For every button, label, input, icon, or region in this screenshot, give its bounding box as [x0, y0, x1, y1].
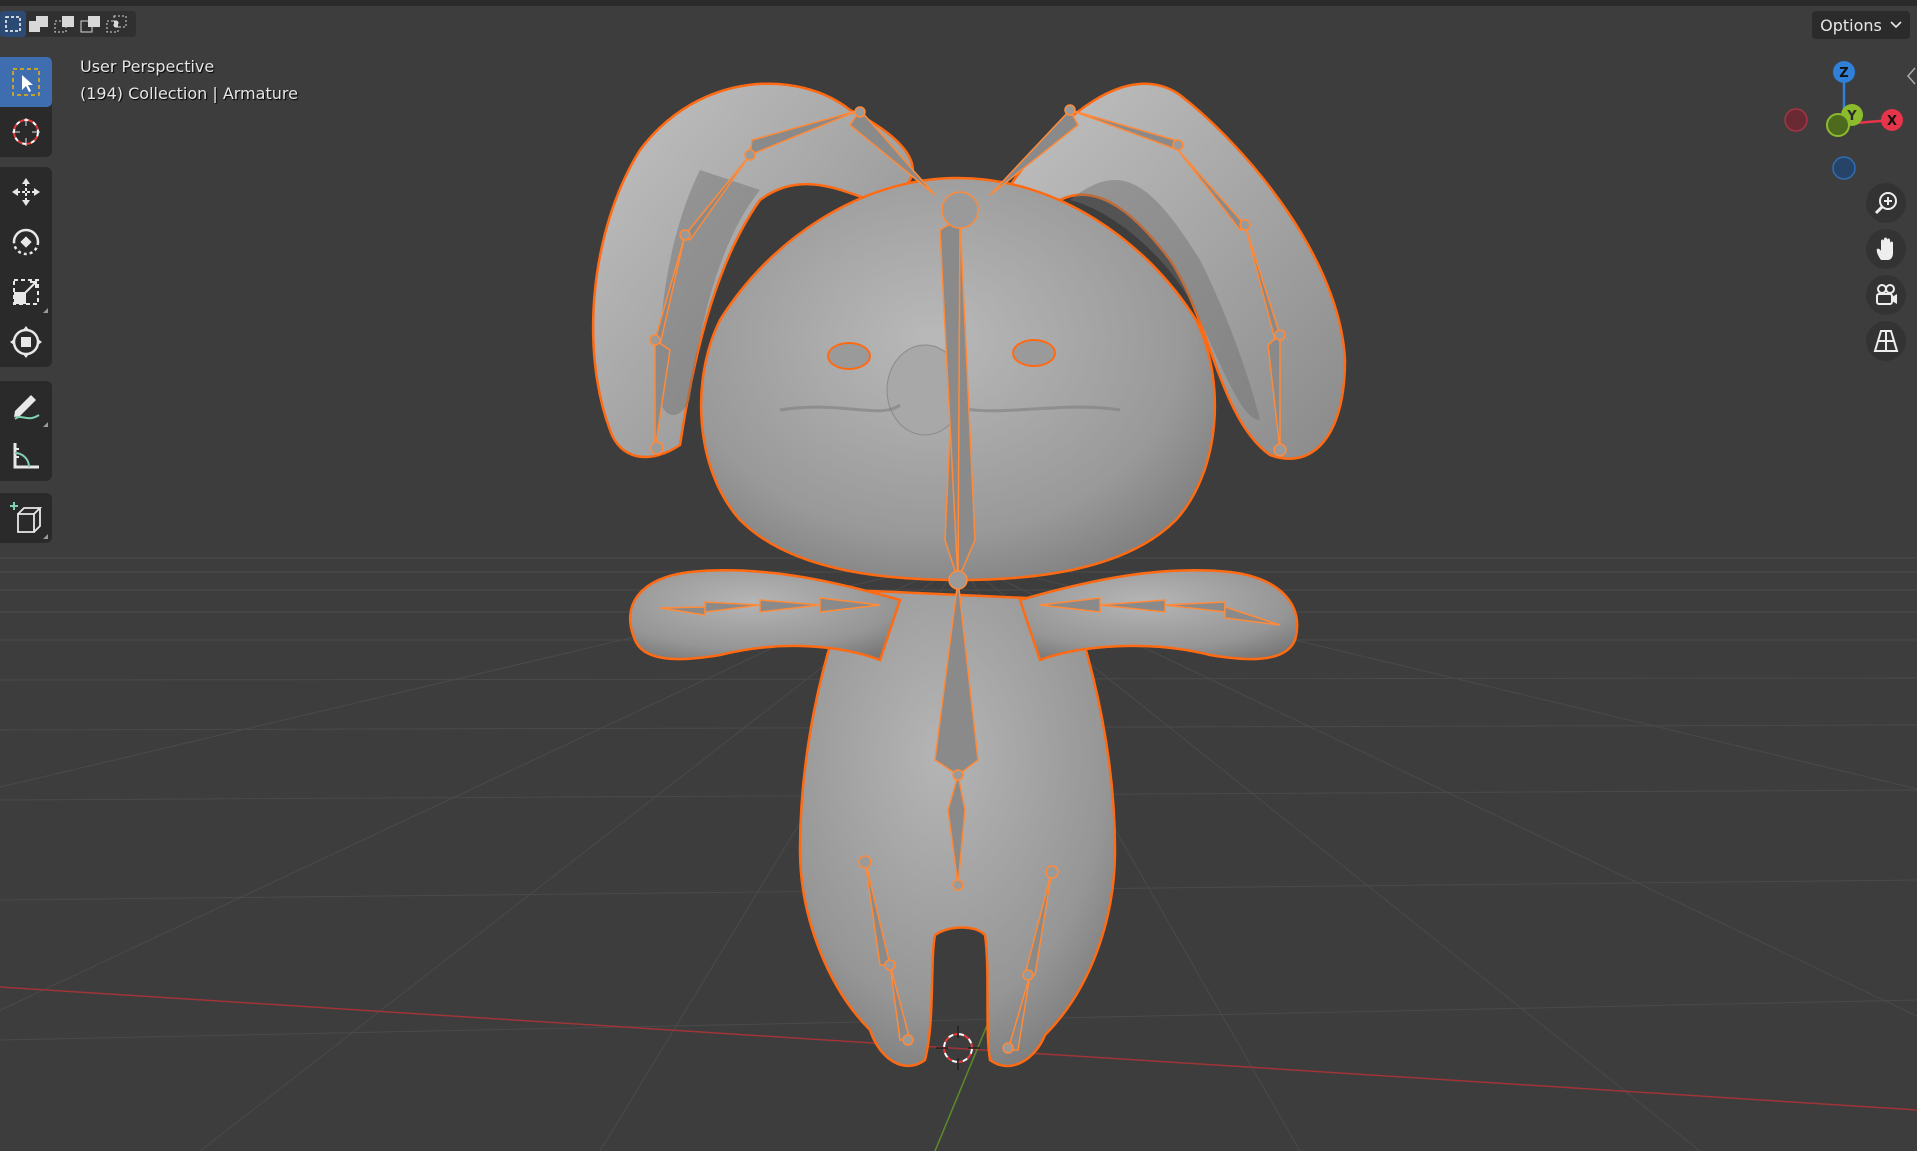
neg-x-handle[interactable] [1784, 108, 1808, 132]
add-cube-icon [10, 502, 43, 533]
collection-info: (194) Collection | Armature [80, 84, 298, 103]
right-arm [1018, 569, 1299, 662]
move-icon [12, 178, 40, 206]
right-eye [1012, 339, 1056, 367]
rotate-tool[interactable] [0, 217, 52, 267]
pan-hand-icon [1876, 237, 1893, 260]
toolbar-annotate-group [0, 381, 52, 481]
camera-icon [1876, 284, 1897, 305]
options-label: Options [1820, 15, 1882, 35]
select-mode-group [0, 11, 136, 37]
perspective-toggle-button[interactable] [1866, 321, 1906, 361]
chevron-down-icon [1890, 21, 1902, 29]
toolbar-select-group [0, 57, 52, 157]
select-new-icon[interactable] [0, 11, 26, 37]
measure-tool[interactable] [0, 431, 52, 481]
select-extend-icon[interactable] [26, 11, 52, 37]
scene-canvas[interactable] [0, 0, 1917, 1151]
cursor-box-icon [12, 68, 40, 96]
sidebar-toggle-icon[interactable] [1906, 66, 1917, 86]
left-eye [827, 342, 871, 370]
z-axis-label: Z [1839, 66, 1848, 81]
measure-icon [13, 443, 39, 469]
scale-tool[interactable] [0, 267, 52, 317]
view-name-label: User Perspective [80, 57, 215, 76]
transform-tool[interactable] [0, 317, 52, 367]
select-subtract-icon[interactable] [52, 11, 78, 37]
move-tool[interactable] [0, 167, 52, 217]
pan-button[interactable] [1866, 229, 1906, 269]
annotate-icon [14, 395, 40, 420]
toolbar-add-group [0, 493, 52, 543]
navigation-gizmo[interactable]: Y Z X [1778, 58, 1917, 183]
3d-viewport[interactable]: User Perspective (194) Collection | Arma… [0, 0, 1917, 1151]
annotate-tool[interactable] [0, 381, 52, 431]
options-dropdown[interactable]: Options [1812, 11, 1910, 39]
select-intersect-icon[interactable] [104, 11, 130, 37]
select-difference-icon[interactable] [78, 11, 104, 37]
x-axis-label: X [1887, 114, 1897, 129]
add-cube-tool[interactable] [0, 493, 52, 543]
select-box-tool[interactable] [0, 57, 52, 107]
camera-view-button[interactable] [1866, 275, 1906, 315]
zoom-icon [1874, 192, 1897, 215]
x-axis-line [0, 986, 1917, 1111]
3d-cursor-icon [12, 118, 40, 146]
perspective-grid-icon [1873, 330, 1899, 352]
scale-icon [13, 279, 39, 305]
neg-y-handle[interactable] [1826, 113, 1850, 137]
toolbar-transform-group [0, 167, 52, 367]
zoom-button[interactable] [1866, 183, 1906, 223]
header-strip [0, 0, 1917, 6]
transform-icon [10, 326, 42, 358]
cursor-tool[interactable] [0, 107, 52, 157]
rotate-icon [12, 228, 40, 256]
neg-z-handle[interactable] [1832, 156, 1856, 180]
